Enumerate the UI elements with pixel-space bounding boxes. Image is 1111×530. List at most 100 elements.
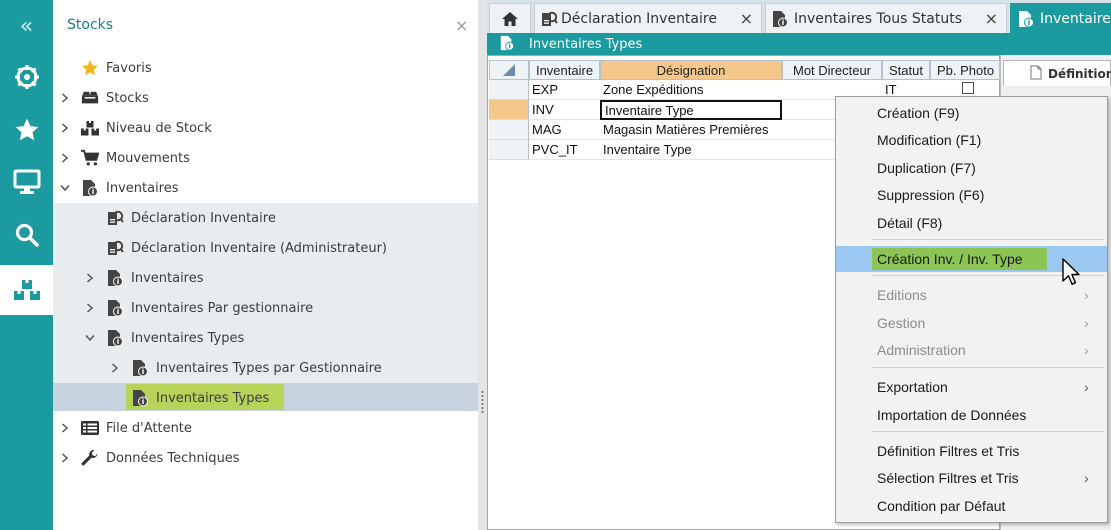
tree-item-label: Stocks	[106, 90, 149, 106]
tree-item-declaration-inventaire[interactable]: Déclaration Inventaire	[53, 203, 478, 233]
boxes-icon	[81, 89, 99, 107]
pb-photo-checkbox[interactable]	[962, 82, 974, 94]
cell-designation-focused[interactable]: Inventaire Type	[600, 100, 782, 120]
definition-tab-label: Définition	[1048, 66, 1111, 81]
monitor-icon[interactable]	[0, 157, 53, 207]
menu-item-suppression[interactable]: Suppression (F6)	[836, 182, 1107, 208]
chevron-right-icon[interactable]	[59, 122, 71, 134]
tree-item-label: Favoris	[106, 60, 152, 76]
submenu-arrow-icon: ›	[1084, 470, 1089, 486]
home-icon	[502, 11, 518, 26]
tree-item-mouvements[interactable]: Mouvements	[53, 143, 478, 173]
submenu-arrow-icon: ›	[1084, 379, 1089, 395]
tree-item-donnees-techniques[interactable]: Données Techniques	[53, 443, 478, 473]
panel-splitter[interactable]	[478, 0, 487, 530]
home-tab[interactable]	[489, 3, 531, 33]
chevron-right-icon[interactable]	[109, 362, 121, 374]
chevron-down-icon[interactable]	[59, 182, 71, 194]
menu-item-detail[interactable]: Détail (F8)	[836, 210, 1107, 236]
inventory-doc-icon	[106, 329, 124, 347]
menu-item-creation[interactable]: Création (F9)	[836, 100, 1107, 126]
menu-item-modification[interactable]: Modification (F1)	[836, 127, 1107, 153]
row-indicator[interactable]	[489, 140, 529, 160]
collapse-icon[interactable]: «	[0, 2, 53, 52]
tree-item-stocks[interactable]: Stocks	[53, 83, 478, 113]
tab-label: Inventaires Tous Statuts	[794, 10, 962, 27]
tree-item-niveau-de-stock[interactable]: Niveau de Stock	[53, 113, 478, 143]
dashboard-icon[interactable]	[0, 52, 53, 102]
tree-item-inventaires-sub[interactable]: Inventaires	[53, 263, 478, 293]
nav-close-button[interactable]: ×	[455, 17, 468, 35]
menu-item-selection-filtres-tris[interactable]: Sélection Filtres et Tris ›	[836, 465, 1107, 491]
tree-item-inventaires-par-gestionnaire[interactable]: Inventaires Par gestionnaire	[53, 293, 478, 323]
tree-item-label: Niveau de Stock	[106, 120, 212, 136]
tab-inventaires-active[interactable]: Inventaires	[1010, 3, 1111, 33]
tree-item-inventaires-types-par-gestionnaire[interactable]: Inventaires Types par Gestionnaire	[53, 353, 478, 383]
cell-inventaire[interactable]: EXP	[529, 80, 600, 100]
tree-item-file-d-attente[interactable]: File d'Attente	[53, 413, 478, 443]
inventory-doc-icon	[131, 389, 149, 407]
tree-item-label: Inventaires Types	[131, 330, 245, 346]
menu-item-gestion[interactable]: Gestion ›	[836, 310, 1107, 336]
splitter-grip[interactable]	[481, 390, 484, 414]
context-menu: Création (F9) Modification (F1) Duplicat…	[835, 96, 1108, 523]
mouse-cursor-icon	[1062, 258, 1080, 285]
tab-label: Inventaires	[1040, 10, 1111, 27]
tab-inventaires-tous-statuts[interactable]: Inventaires Tous Statuts ×	[765, 3, 1007, 33]
cell-designation[interactable]: Inventaire Type	[600, 140, 782, 160]
chevron-right-icon[interactable]	[84, 302, 96, 314]
chevron-right-icon[interactable]	[59, 422, 71, 434]
cell-inventaire[interactable]: MAG	[529, 120, 600, 140]
chevron-right-icon[interactable]	[84, 272, 96, 284]
menu-item-label: Définition Filtres et Tris	[877, 443, 1020, 459]
menu-item-condition-par-defaut[interactable]: Condition par Défaut	[836, 493, 1107, 519]
cell-inventaire[interactable]: INV	[529, 100, 600, 120]
menu-item-duplication[interactable]: Duplication (F7)	[836, 155, 1107, 181]
cell-inventaire[interactable]: PVC_IT	[529, 140, 600, 160]
tree-item-inventaires-types-selected[interactable]: Inventaires Types	[53, 383, 478, 413]
search-icon[interactable]	[0, 210, 53, 260]
menu-item-label: Condition par Défaut	[877, 498, 1006, 514]
tab-close-button[interactable]: ×	[740, 9, 753, 28]
cell-designation[interactable]: Zone Expéditions	[600, 80, 782, 100]
cell-designation[interactable]: Magasin Matières Premières	[600, 120, 782, 140]
tree-item-label: Déclaration Inventaire (Administrateur)	[131, 240, 387, 256]
tree-item-inventaires[interactable]: Inventaires	[53, 173, 478, 203]
menu-item-definition-filtres-tris[interactable]: Définition Filtres et Tris	[836, 438, 1107, 464]
chevron-right-icon[interactable]	[59, 92, 71, 104]
tab-declaration-inventaire[interactable]: Déclaration Inventaire ×	[534, 3, 762, 33]
grid-title: Inventaires Types	[529, 36, 643, 52]
submenu-arrow-icon: ›	[1084, 287, 1089, 303]
menu-item-label: Editions	[877, 287, 927, 303]
column-header-designation[interactable]: Désignation	[600, 60, 782, 80]
tree-item-inventaires-types[interactable]: Inventaires Types	[53, 323, 478, 353]
menu-item-importation-donnees[interactable]: Importation de Données	[836, 402, 1107, 428]
column-header-pb-photo[interactable]: Pb. Photo	[930, 60, 1000, 80]
menu-item-administration[interactable]: Administration ›	[836, 337, 1107, 363]
chevron-down-icon[interactable]	[84, 332, 96, 344]
definition-tab[interactable]: Définition	[1003, 60, 1111, 86]
row-indicator[interactable]	[489, 120, 529, 140]
declaration-icon	[106, 239, 124, 257]
select-all-icon	[503, 64, 515, 76]
stocks-boxes-icon[interactable]	[0, 265, 53, 315]
menu-separator	[872, 431, 1104, 432]
grid-corner[interactable]	[489, 60, 529, 80]
favorites-star-icon[interactable]	[0, 105, 53, 155]
menu-item-label: Création Inv. / Inv. Type	[877, 251, 1023, 267]
tree-item-declaration-inventaire-admin[interactable]: Déclaration Inventaire (Administrateur)	[53, 233, 478, 263]
declaration-icon	[540, 10, 558, 32]
inventory-doc-icon	[131, 359, 149, 377]
column-header-statut[interactable]: Statut	[882, 60, 930, 80]
column-header-inventaire[interactable]: Inventaire	[529, 60, 600, 80]
chevron-right-icon[interactable]	[59, 152, 71, 164]
column-header-mot-directeur[interactable]: Mot Directeur	[782, 60, 882, 80]
tree-item-favoris[interactable]: Favoris	[53, 53, 478, 83]
row-indicator[interactable]	[489, 80, 529, 100]
row-indicator-current[interactable]	[489, 100, 529, 120]
chevron-right-icon[interactable]	[59, 452, 71, 464]
tab-close-button[interactable]: ×	[985, 9, 998, 28]
nav-title: Stocks	[67, 17, 114, 33]
menu-item-exportation[interactable]: Exportation ›	[836, 374, 1107, 400]
inventory-doc-icon	[106, 269, 124, 287]
